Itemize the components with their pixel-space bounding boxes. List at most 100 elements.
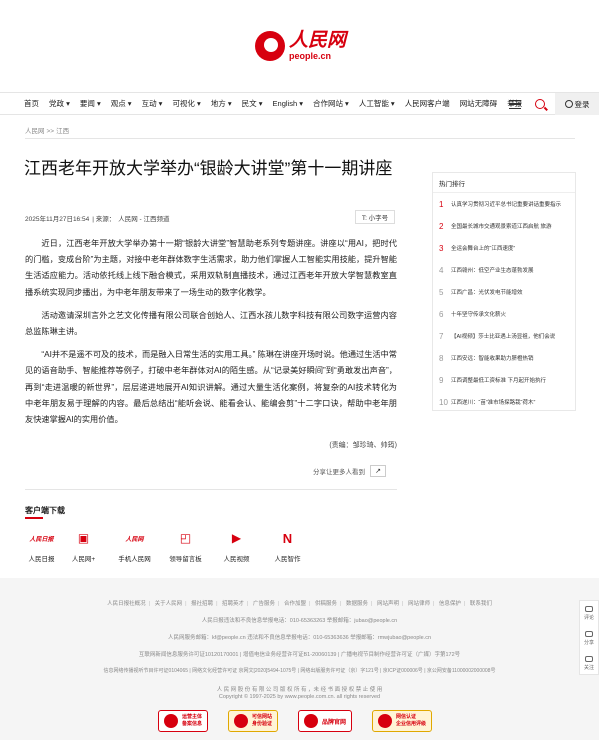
article-source[interactable]: 人民网 - 江西频道 [118, 216, 169, 223]
nav-item-accessibility[interactable]: 网站无障碍 [455, 98, 503, 109]
certificate-icon [378, 714, 393, 728]
hot-item[interactable]: 5 江西广昌：光伏发电节能增效 [439, 281, 575, 303]
footer-copyright-cn: 人 民 网 股 份 有 限 公 司 版 权 所 有 ，未 经 书 面 授 权 禁… [216, 687, 383, 693]
badge-trusted-site[interactable]: 可信网站 身份验证 [228, 710, 279, 732]
footer-link[interactable]: 供稿服务 [315, 601, 337, 607]
nav-item-home[interactable]: 首页 [0, 98, 44, 109]
share-button[interactable]: ↗ [370, 465, 386, 477]
app-mobile-people[interactable]: 人民网 手机人民网 [109, 528, 160, 564]
hot-item[interactable]: 3 全运会舞台上的“江西速度” [439, 237, 575, 259]
menu-icon[interactable] [509, 99, 521, 109]
footer-link[interactable]: 人民日报社概况 [107, 601, 146, 607]
app-label: 手机人民网 [118, 556, 151, 563]
site-logo[interactable]: 人民网 people.cn [255, 27, 355, 65]
breadcrumb-divider [25, 138, 575, 139]
hot-item[interactable]: 4 江西赣州：低空产业生态蓬勃发展 [439, 259, 575, 281]
app-people-plus[interactable]: ▣ 人民网+ [58, 528, 109, 563]
hot-item[interactable]: 9 江西调整最低工资标准 下月起开始执行 [439, 369, 575, 391]
side-toolbar: 评论 分享 关注 [579, 600, 599, 675]
source-prefix: | 来源： [92, 216, 116, 223]
side-follow-button[interactable]: 关注 [580, 651, 598, 676]
nav-item-yaowen[interactable]: 要闻 ▾ [75, 98, 106, 109]
badge-brand-site[interactable]: 品牌官网 [298, 710, 353, 732]
comment-icon [585, 606, 593, 612]
footer-report-line: 人民日报违法和不良信息举报电话：010-65363263 举报邮箱：jubao@… [201, 618, 398, 624]
footer-link[interactable]: 关于人民网 [155, 601, 183, 607]
share-icon: ↗ [375, 468, 381, 475]
footer-link[interactable]: 网站声明 [377, 601, 399, 607]
app-message-board[interactable]: ◰ 领导留言板 [160, 528, 211, 563]
app-people-video[interactable]: ▶ 人民视频 [211, 528, 262, 563]
user-icon [564, 100, 573, 108]
search-icon[interactable] [535, 99, 545, 109]
zhizuo-icon: N [282, 530, 293, 546]
side-comment-button[interactable]: 评论 [580, 601, 598, 626]
badge-cyber-cert[interactable]: 网信认证 企业信用评级 [372, 710, 433, 732]
footer-badges: 运营主体 备案信息 可信网站 身份验证 品牌官网 网信认证 企业信用评级 [158, 710, 452, 732]
login-button[interactable]: 登录 [555, 93, 599, 115]
video-play-icon: ▶ [231, 531, 242, 545]
hot-item[interactable]: 6 十年坚守传承文化薪火 [439, 303, 575, 325]
share-label: 分享让更多人看到 [313, 469, 365, 476]
hot-item[interactable]: 1 认真学习贯彻习近平总书记重要讲话重要指示 [439, 193, 575, 215]
client-app-list: 人民日报 人民日报 ▣ 人民网+ 人民网 手机人民网 ◰ 领导留言板 ▶ 人民视… [25, 528, 313, 564]
nav-item-ai[interactable]: 人工智能 ▾ [354, 98, 400, 109]
footer-link[interactable]: 信息保护 [439, 601, 461, 607]
nav-item-minwen[interactable]: 民文 ▾ [237, 98, 268, 109]
article-title: 江西老年开放大学举办“银龄大讲堂”第十一期讲座 [24, 159, 393, 178]
hot-ranking-title: 热门排行 [433, 173, 575, 193]
badge-registration[interactable]: 运营主体 备案信息 [158, 710, 209, 732]
font-size-toggle[interactable]: T: 小字号 [355, 210, 395, 224]
app-label: 人民日报 [28, 556, 55, 563]
nav-item-english[interactable]: English ▾ [268, 99, 308, 108]
nav-item-hudong[interactable]: 互动 ▾ [137, 98, 168, 109]
app-label: 人民视频 [223, 556, 250, 563]
breadcrumb: 人民网 >> 江西 [25, 125, 69, 135]
hot-item[interactable]: 7 【AI视频】莎士比亚遇上汤显祖，他们会说 [439, 325, 575, 347]
app-zhizuo[interactable]: N 人民智作 [262, 528, 313, 564]
article-paragraph: 近日，江西老年开放大学举办第十一期“银龄大讲堂”智慧助老系列专题讲座。讲座以“用… [25, 239, 397, 297]
emblem-icon [164, 714, 178, 728]
article-body: 近日，江西老年开放大学举办第十一期“银龄大讲堂”智慧助老系列专题讲座。讲座以“用… [25, 236, 397, 435]
breadcrumb-home[interactable]: 人民网 [25, 128, 45, 135]
side-share-button[interactable]: 分享 [580, 626, 598, 651]
nav-item-partners[interactable]: 合作网站 ▾ [308, 98, 354, 109]
logo-cn-text: 人民网 [289, 29, 347, 51]
logo-icon [255, 31, 285, 61]
nav-item-visual[interactable]: 可视化 ▾ [167, 98, 205, 109]
share-icon [585, 631, 593, 637]
content-divider [25, 489, 397, 490]
footer-links: 人民日报社概况 | 关于人民网 | 报社招聘 | 招聘英才 | 广告服务 | 合作加盟 | … [107, 601, 492, 607]
footer-link[interactable]: 合作加盟 [284, 601, 306, 607]
app-people-daily[interactable]: 人民日报 人民日报 [25, 528, 58, 564]
footer-license-line: 互联网新闻信息服务许可证10120170001 | 增值电信业务经营许可证B1-… [138, 652, 461, 658]
footer-link[interactable]: 报社招聘 [191, 601, 213, 607]
brand-icon [304, 714, 319, 728]
app-label: 领导留言板 [169, 556, 202, 563]
nav-item-dangzheng[interactable]: 党政 ▾ [44, 98, 75, 109]
footer-link[interactable]: 招聘英才 [222, 601, 244, 607]
hot-item[interactable]: 10 江西遂川：“苗”准市场探路栽“荷木” [439, 391, 575, 413]
footer-link[interactable]: 联系我们 [470, 601, 492, 607]
footer-link[interactable]: 广告服务 [253, 601, 275, 607]
follow-icon [585, 656, 593, 662]
hot-ranking-panel: 热门排行 1 认真学习贯彻习近平总书记重要讲话重要指示 2 全国最长城市交通观景索道… [432, 172, 576, 411]
hot-item[interactable]: 2 全国最长城市交通观景索道江西启航 旅游 [439, 215, 575, 237]
nav-item-guandian[interactable]: 观点 ▾ [106, 98, 137, 109]
footer-link[interactable]: 数据服务 [346, 601, 368, 607]
hot-item[interactable]: 8 江西安远：智能收果助力脐橙热销 [439, 347, 575, 369]
client-title-accent [25, 517, 43, 519]
nav-item-client[interactable]: 人民网客户端 [400, 98, 455, 109]
shield-icon [234, 714, 249, 728]
people-daily-icon: 人民日报 [29, 536, 54, 543]
login-label: 登录 [574, 99, 590, 109]
breadcrumb-section[interactable]: 江西 [56, 128, 69, 135]
article-meta: 2025年11月27日16:54 | 来源： 人民网 - 江西频道 [25, 213, 173, 223]
article-paragraph: 活动邀请深圳言外之艺文化传播有限公司联合创始人、江西水孩儿数字科技有限公司数字运… [25, 310, 397, 337]
nav-item-local[interactable]: 地方 ▾ [206, 98, 237, 109]
footer-license-line-2: 信息网络传播视听节目许可证0104065 | 网络文化经营许可证 京网文[202… [103, 668, 496, 674]
share-bar: 分享让更多人看到 ↗ [313, 465, 386, 477]
logo-en-text: people.cn [289, 51, 332, 61]
breadcrumb-separator: >> [46, 128, 55, 135]
footer-link[interactable]: 网站律师 [408, 601, 430, 607]
